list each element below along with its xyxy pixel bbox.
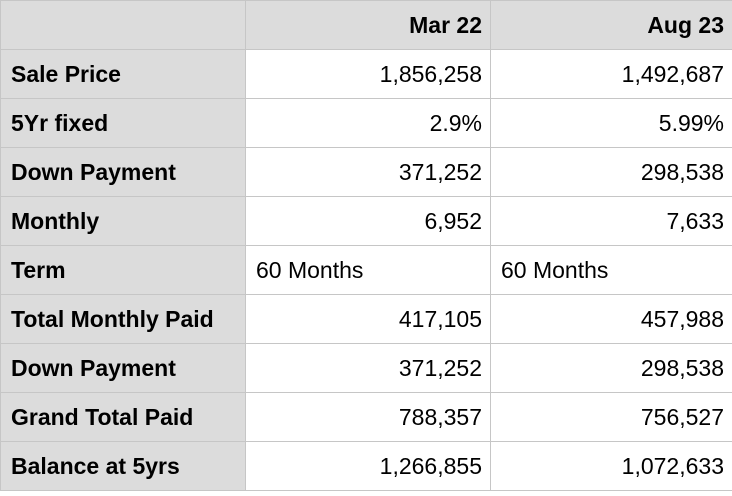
comparison-table: Mar 22 Aug 23 Sale Price 1,856,258 1,492… (0, 0, 732, 491)
table-row: Down Payment 371,252 298,538 (0, 147, 732, 197)
table-cell: 6,952 (245, 196, 491, 246)
table-cell: 371,252 (245, 343, 491, 393)
table-row: Total Monthly Paid 417,105 457,988 (0, 294, 732, 344)
table-row: Term 60 Months 60 Months (0, 245, 732, 295)
column-header-aug-23: Aug 23 (490, 0, 732, 50)
table-row: Down Payment 371,252 298,538 (0, 343, 732, 393)
table-cell: 1,266,855 (245, 441, 491, 491)
table-row: Monthly 6,952 7,633 (0, 196, 732, 246)
table-cell: 1,072,633 (490, 441, 732, 491)
row-label: 5Yr fixed (0, 98, 246, 148)
row-label: Balance at 5yrs (0, 441, 246, 491)
row-label: Term (0, 245, 246, 295)
table-row: Sale Price 1,856,258 1,492,687 (0, 49, 732, 99)
table-cell: 298,538 (490, 147, 732, 197)
table-cell: 457,988 (490, 294, 732, 344)
row-label: Grand Total Paid (0, 392, 246, 442)
table-cell: 298,538 (490, 343, 732, 393)
corner-header-cell (0, 0, 246, 50)
row-label: Down Payment (0, 147, 246, 197)
table-cell: 7,633 (490, 196, 732, 246)
table-cell: 2.9% (245, 98, 491, 148)
table-cell: 5.99% (490, 98, 732, 148)
table-cell: 371,252 (245, 147, 491, 197)
header-row: Mar 22 Aug 23 (0, 0, 732, 50)
table-cell: 60 Months (490, 245, 732, 295)
table-row: Balance at 5yrs 1,266,855 1,072,633 (0, 441, 732, 491)
row-label: Down Payment (0, 343, 246, 393)
table-row: Grand Total Paid 788,357 756,527 (0, 392, 732, 442)
column-header-mar-22: Mar 22 (245, 0, 491, 50)
table-cell: 788,357 (245, 392, 491, 442)
table-cell: 60 Months (245, 245, 491, 295)
table-cell: 417,105 (245, 294, 491, 344)
row-label: Total Monthly Paid (0, 294, 246, 344)
row-label: Monthly (0, 196, 246, 246)
table-cell: 1,856,258 (245, 49, 491, 99)
row-label: Sale Price (0, 49, 246, 99)
table-cell: 756,527 (490, 392, 732, 442)
table-cell: 1,492,687 (490, 49, 732, 99)
table-row: 5Yr fixed 2.9% 5.99% (0, 98, 732, 148)
